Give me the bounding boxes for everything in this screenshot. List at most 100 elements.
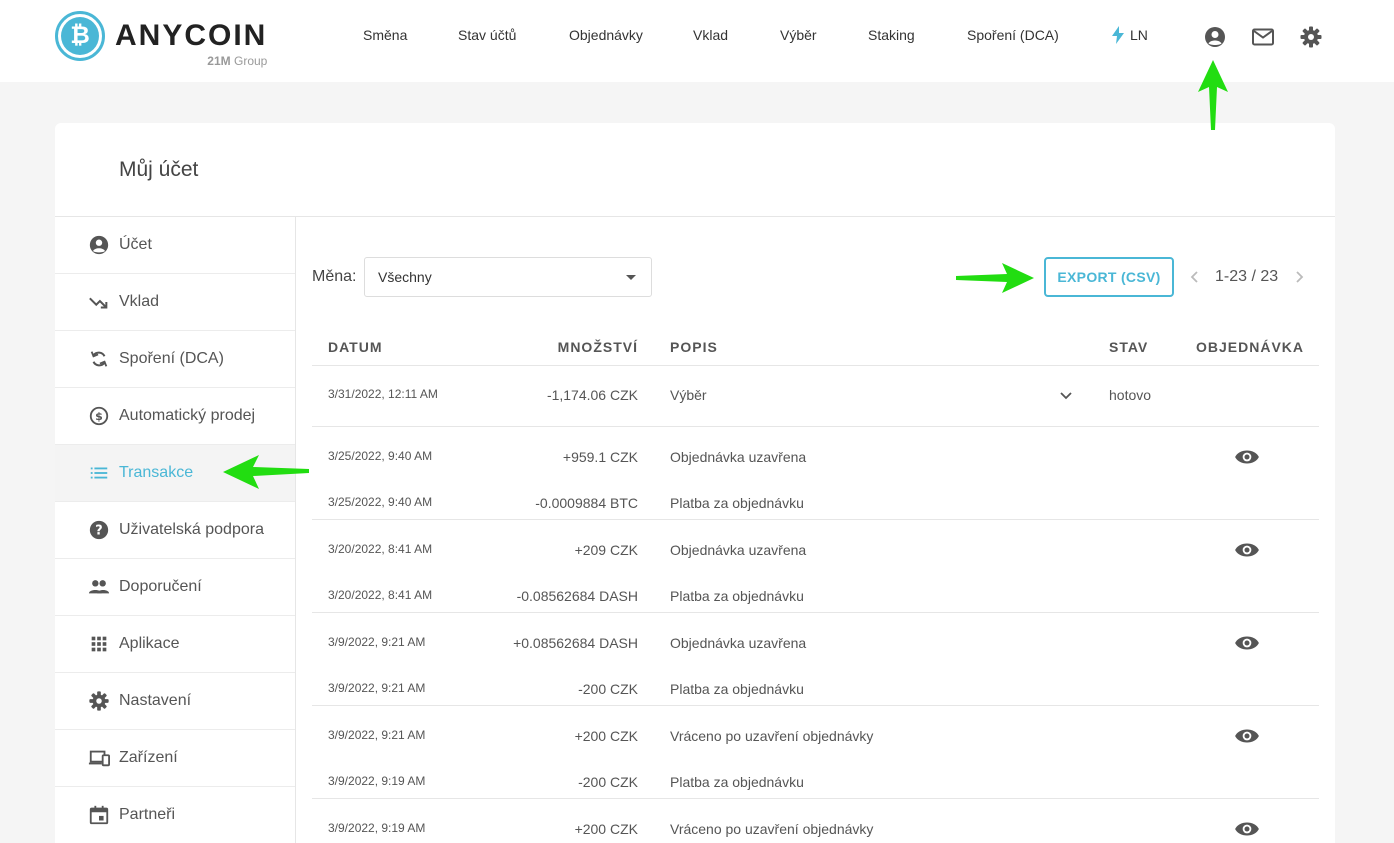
column-header-datum[interactable]: DATUM (328, 339, 383, 355)
bitcoin-glyph: ₿ (61, 17, 99, 55)
svg-text:?: ? (95, 524, 102, 539)
row-date: 3/25/2022, 9:40 AM (328, 449, 433, 463)
chevron-left-icon[interactable] (1186, 266, 1204, 288)
row-divider (312, 519, 1319, 520)
row-amount: -0.08562684 DASH (516, 588, 638, 604)
row-date: 3/20/2022, 8:41 AM (328, 542, 433, 556)
row-status: hotovo (1109, 387, 1152, 403)
gear-icon (87, 689, 111, 713)
apps-grid-icon (87, 632, 111, 656)
eye-icon[interactable] (1234, 630, 1260, 656)
row-amount: -200 CZK (578, 681, 638, 697)
sidebar-item-label: Aplikace (119, 635, 180, 652)
column-header-stav[interactable]: STAV (1109, 339, 1148, 355)
expand-chevron-icon[interactable] (1056, 386, 1076, 406)
mail-icon[interactable] (1251, 25, 1275, 49)
logo-text: ANYCOIN 21M Group (115, 19, 268, 69)
nav-objednavky[interactable]: Objednávky (569, 27, 643, 43)
account-circle-icon[interactable] (1203, 25, 1227, 49)
column-header-mnozstvi[interactable]: MNOŽSTVÍ (558, 339, 638, 355)
brand-name: ANYCOIN (115, 19, 268, 52)
eye-icon[interactable] (1234, 816, 1260, 842)
row-description: Platba za objednávku (670, 681, 804, 697)
row-description: Platba za objednávku (670, 774, 804, 790)
chevron-right-icon[interactable] (1290, 266, 1308, 288)
svg-text:$: $ (95, 410, 103, 423)
currency-select[interactable]: Všechny (364, 257, 652, 297)
eye-icon[interactable] (1234, 537, 1260, 563)
sidebar-item-label: Vklad (119, 293, 160, 310)
sidebar-item-label: Spoření (DCA) (119, 350, 224, 367)
account-circle-icon (87, 233, 111, 257)
row-date: 3/20/2022, 8:41 AM (328, 588, 433, 602)
sidebar-item-partneri[interactable]: Partneři (55, 787, 295, 843)
list-icon (87, 461, 111, 485)
export-csv-button[interactable]: EXPORT (CSV) (1044, 257, 1174, 297)
trending-down-icon (87, 290, 111, 314)
eye-icon[interactable] (1234, 723, 1260, 749)
row-amount: -200 CZK (578, 774, 638, 790)
calendar-icon (87, 803, 111, 827)
column-header-popis[interactable]: POPIS (670, 339, 718, 355)
nav-stav-uctu[interactable]: Stav účtů (458, 27, 516, 43)
row-amount: +200 CZK (574, 821, 638, 837)
column-header-objednavka[interactable]: OBJEDNÁVKA (1196, 339, 1304, 355)
nav-sporeni-dca[interactable]: Spoření (DCA) (967, 27, 1059, 43)
sidebar-item-vklad[interactable]: Vklad (55, 274, 295, 331)
row-date: 3/9/2022, 9:21 AM (328, 635, 426, 649)
bitcoin-logo-icon: ₿ (55, 11, 105, 61)
anycoin-logo[interactable]: ₿ ANYCOIN 21M Group (55, 11, 268, 69)
nav-vklad[interactable]: Vklad (693, 27, 728, 43)
nav-ln[interactable]: LN (1112, 26, 1148, 44)
row-description: Objednávka uzavřena (670, 542, 807, 558)
row-amount: +209 CZK (574, 542, 638, 558)
sidebar-item-sporeni-dca[interactable]: Spoření (DCA) (55, 331, 295, 388)
row-date: 3/9/2022, 9:19 AM (328, 821, 426, 835)
row-divider (312, 426, 1319, 427)
row-amount: +959.1 CZK (562, 449, 638, 465)
sidebar-item-label: Účet (119, 236, 152, 253)
row-amount: -1,174.06 CZK (546, 387, 638, 403)
brand-sub-text: Group (233, 54, 268, 68)
sidebar-item-nastaveni[interactable]: Nastavení (55, 673, 295, 730)
people-icon (87, 575, 111, 599)
pagination-range: 1-23 / 23 (1215, 268, 1279, 285)
row-amount: +200 CZK (574, 728, 638, 744)
sync-icon (87, 347, 111, 371)
nav-vyber[interactable]: Výběr (780, 27, 817, 43)
sidebar-item-aplikace[interactable]: Aplikace (55, 616, 295, 673)
annotation-arrow-right-export (956, 263, 1034, 293)
sidebar-item-label: Nastavení (119, 692, 192, 709)
row-description: Platba za objednávku (670, 588, 804, 604)
sidebar-item-ucet[interactable]: Účet (55, 217, 295, 274)
devices-icon (87, 746, 111, 770)
row-description: Objednávka uzavřena (670, 449, 807, 465)
row-divider (312, 798, 1319, 799)
sidebar-item-label: Uživatelská podpora (119, 521, 264, 538)
gear-icon[interactable] (1299, 25, 1323, 49)
row-description: Platba za objednávku (670, 495, 804, 511)
currency-filter-label: Měna: (312, 268, 357, 285)
row-date: 3/9/2022, 9:19 AM (328, 774, 426, 788)
nav-smena[interactable]: Směna (363, 27, 407, 43)
sidebar-item-label: Doporučení (119, 578, 202, 595)
table-header-divider (312, 365, 1319, 366)
eye-icon[interactable] (1234, 444, 1260, 470)
nav-staking[interactable]: Staking (868, 27, 915, 43)
row-date: 3/25/2022, 9:40 AM (328, 495, 433, 509)
account-sidebar: Účet Vklad Spoření (DCA) $ Automatický p… (55, 217, 296, 843)
sidebar-item-label: Partneři (119, 806, 176, 823)
row-divider (312, 612, 1319, 613)
currency-select-value: Všechny (378, 269, 432, 285)
sidebar-item-uzivatelska-podpora[interactable]: ? Uživatelská podpora (55, 502, 295, 559)
row-description: Výběr (670, 387, 707, 403)
sidebar-item-zarizeni[interactable]: Zařízení (55, 730, 295, 787)
help-icon: ? (87, 518, 111, 542)
row-amount: +0.08562684 DASH (513, 635, 638, 651)
brand-sub-bold: 21M (207, 54, 231, 68)
sidebar-item-doporuceni[interactable]: Doporučení (55, 559, 295, 616)
sidebar-item-label: Automatický prodej (119, 407, 256, 424)
row-description: Objednávka uzavřena (670, 635, 807, 651)
sidebar-item-label: Zařízení (119, 749, 178, 766)
sidebar-item-automaticky-prodej[interactable]: $ Automatický prodej (55, 388, 295, 445)
